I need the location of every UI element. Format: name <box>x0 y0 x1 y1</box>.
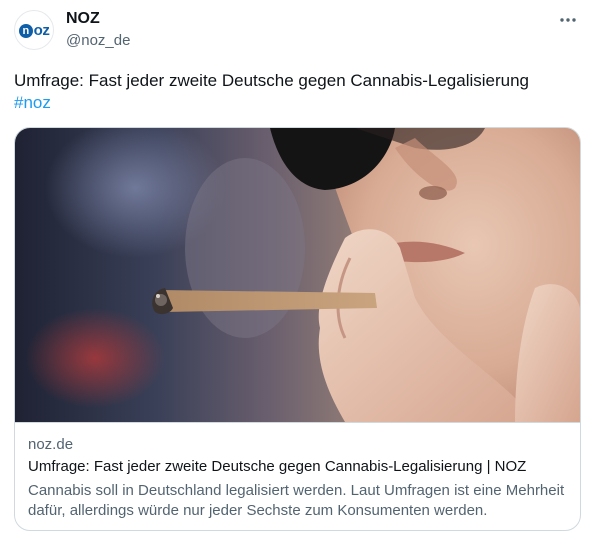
avatar-logo-letter: n <box>18 23 33 38</box>
tweet-text: Umfrage: Fast jeder zweite Deutsche gege… <box>14 71 530 90</box>
card-domain[interactable]: noz.de <box>28 436 73 453</box>
tweet: n oz NOZ @noz_de Umfrage: Fast jeder zwei… <box>0 0 599 538</box>
avatar-logo-text: oz <box>33 21 50 39</box>
noz-logo-icon: n oz <box>18 21 50 39</box>
card-image[interactable] <box>15 128 580 422</box>
card-title[interactable]: Umfrage: Fast jeder zweite Deutsche gege… <box>28 458 526 475</box>
display-name[interactable]: NOZ <box>66 10 100 28</box>
avatar[interactable]: n oz <box>14 10 54 50</box>
more-options-button[interactable] <box>553 10 583 30</box>
more-horizontal-icon <box>560 18 576 22</box>
user-handle[interactable]: @noz_de <box>66 32 130 49</box>
card-description: Cannabis soll in Deutschland legalisiert… <box>28 482 565 519</box>
link-card[interactable]: noz.de Umfrage: Fast jeder zweite Deutsc… <box>14 127 581 531</box>
hashtag-link[interactable]: #noz <box>14 93 51 113</box>
card-divider <box>15 422 580 423</box>
